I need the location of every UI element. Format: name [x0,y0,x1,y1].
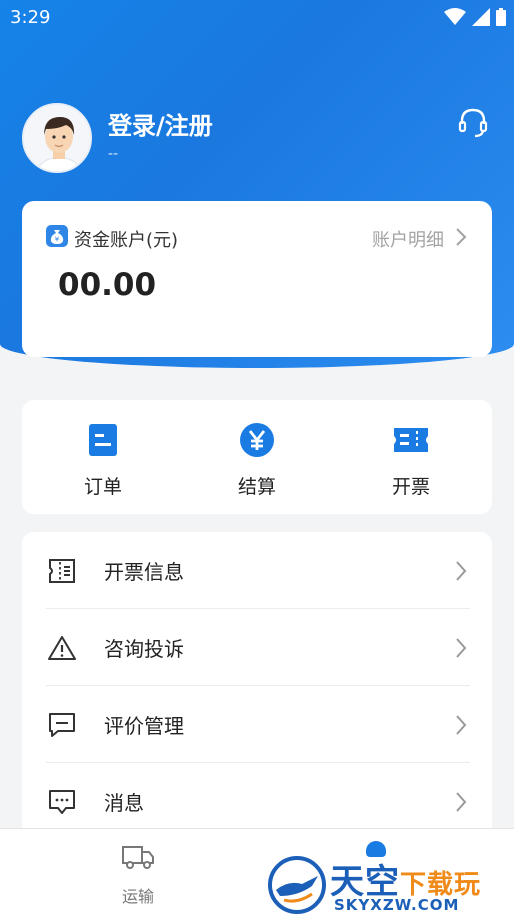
tab-label: 运输 [121,887,154,906]
quick-actions-card: 订单 结算 开票 [22,400,492,514]
yuan-icon [240,423,274,457]
ticket-icon [394,428,428,452]
status-bar: 3:29 [0,0,514,34]
menu-item-review-management[interactable]: 评价管理 [22,686,492,763]
account-balance: 00.00 [58,267,157,303]
quick-action-invoice[interactable]: 开票 [361,422,461,499]
chevron-right-icon [456,715,467,735]
menu-item-label: 消息 [104,791,144,815]
avatar[interactable] [22,103,92,173]
headset-icon[interactable] [456,106,490,140]
quick-action-label: 结算 [237,476,276,498]
account-detail-link[interactable]: 账户明细 [372,226,444,252]
signal-icon [472,8,490,26]
menu-item-label: 开票信息 [104,560,184,584]
comment-icon [49,713,75,737]
chevron-right-icon[interactable] [454,227,468,247]
wifi-icon [444,8,466,25]
quick-action-order[interactable]: 订单 [53,422,153,499]
login-register-link[interactable]: 登录/注册 [108,106,213,141]
tab-transport[interactable]: 运输 [108,843,168,907]
warning-icon [48,636,76,660]
chevron-right-icon [456,561,467,581]
menu-item-invoice-info[interactable]: 开票信息 [22,532,492,609]
account-card: ¥ 资金账户(元) 账户明细 00.00 [22,201,492,357]
watermark-logo-icon [268,856,326,914]
invoice-info-icon [49,559,75,583]
status-time: 3:29 [10,7,51,28]
profile-subtitle: -- [108,146,119,162]
chevron-right-icon [456,638,467,658]
quick-action-settlement[interactable]: 结算 [207,422,307,499]
menu-item-label: 评价管理 [104,714,184,738]
menu-list: 开票信息 咨询投诉 评价管理 消息 [22,532,492,832]
truck-icon [122,846,154,869]
menu-item-consult-complaint[interactable]: 咨询投诉 [22,609,492,686]
order-icon [89,424,117,456]
message-icon [49,790,75,814]
watermark-domain: SKYXZW.COM [334,896,460,914]
money-bag-icon: ¥ [46,225,68,247]
account-label: 资金账户(元) [74,230,179,251]
battery-icon [496,8,506,26]
menu-item-messages[interactable]: 消息 [22,763,492,832]
quick-action-label: 开票 [391,476,430,498]
menu-item-label: 咨询投诉 [104,637,184,661]
chevron-right-icon [456,792,467,812]
svg-text:¥: ¥ [55,236,60,244]
quick-action-label: 订单 [83,476,122,498]
watermark: 天空下载玩 SKYXZW.COM [266,852,514,915]
